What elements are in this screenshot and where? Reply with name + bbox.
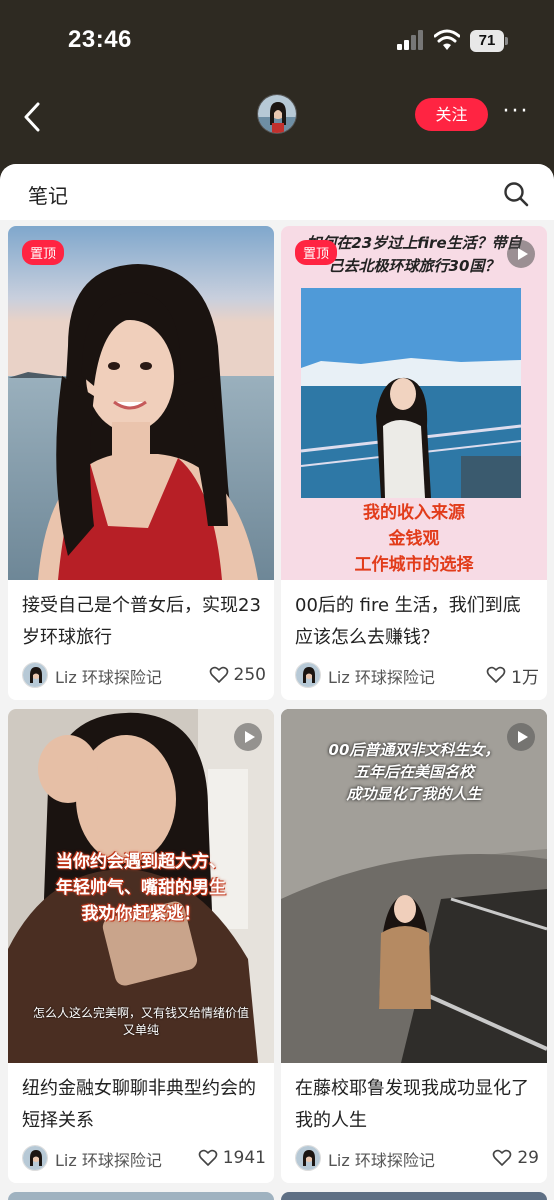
like-count: 29 xyxy=(517,1148,539,1168)
author-name[interactable]: Liz 环球探险记 xyxy=(328,664,435,688)
cover-headline-3: 我劝你赶紧逃！ xyxy=(81,904,201,924)
heart-icon xyxy=(493,1149,512,1166)
status-time: 23:46 xyxy=(68,26,132,53)
note-title: 接受自己是个普女后，实现23岁环球旅行 xyxy=(22,595,261,648)
battery-level: 71 xyxy=(470,30,504,52)
author-name[interactable]: Liz 环球探险记 xyxy=(55,1147,162,1171)
avatar[interactable] xyxy=(257,94,297,134)
heart-icon xyxy=(209,666,228,683)
heart-icon xyxy=(198,1149,218,1166)
note-meta: Liz 环球探险记 29 xyxy=(295,1145,539,1173)
author-avatar[interactable] xyxy=(22,1145,48,1171)
cover-headline-2: 五年后在美国名校 xyxy=(353,763,474,781)
cover-headline-3: 成功显化了我的人生 xyxy=(346,785,482,803)
section-header: 笔记 xyxy=(0,164,554,220)
note-meta: Liz 环球探险记 250 xyxy=(22,662,266,690)
cover-subline-2: 金钱观 xyxy=(388,529,440,549)
note-cover-image xyxy=(8,226,274,580)
status-bar: 23:46 71 xyxy=(0,0,554,84)
note-cover-image: 如何在23岁过上fire生活？带自己去北极环球旅行30国？ 我的收入来源 金钱观… xyxy=(281,226,547,580)
author-name[interactable]: Liz 环球探险记 xyxy=(328,1147,435,1171)
video-play-icon xyxy=(234,723,262,751)
back-arrow-icon[interactable] xyxy=(20,100,46,134)
note-cover-image: 00后普通双非文科生女， 五年后在美国名校 成功显化了我的人生 xyxy=(281,709,547,1063)
cellular-signal-icon xyxy=(397,30,423,50)
note-meta: Liz 环球探险记 1941 xyxy=(22,1145,266,1173)
like-button[interactable]: 1万 xyxy=(486,663,539,688)
cover-headline-1: 当你约会遇到超大方、 xyxy=(56,852,226,872)
note-cover-image: 当你约会遇到超大方、 年轻帅气、嘴甜的男生 我劝你赶紧逃！ 怎么人这么完美啊，又… xyxy=(8,709,274,1063)
author-avatar[interactable] xyxy=(22,662,48,688)
notes-feed: 笔记 置顶 接受自己是个普女后，实现23岁环球旅行 Liz 环球探险记 250 … xyxy=(0,164,554,1200)
note-card[interactable]: 当你约会遇到超大方、 年轻帅气、嘴甜的男生 我劝你赶紧逃！ 怎么人这么完美啊，又… xyxy=(8,709,274,1183)
video-play-icon xyxy=(507,723,535,751)
note-card[interactable]: 00后普通双非文科生女， 五年后在美国名校 成功显化了我的人生 在藤校耶鲁发现我… xyxy=(281,709,547,1183)
note-card[interactable]: 置顶 接受自己是个普女后，实现23岁环球旅行 Liz 环球探险记 250 xyxy=(8,226,274,700)
pinned-badge: 置顶 xyxy=(295,240,338,265)
author-name[interactable]: Liz 环球探险记 xyxy=(55,664,162,688)
follow-button[interactable]: 关注 xyxy=(415,98,488,131)
battery-tip xyxy=(505,37,508,45)
like-count: 1941 xyxy=(222,1148,266,1168)
more-options-icon[interactable]: ··· xyxy=(500,101,532,128)
like-button[interactable]: 250 xyxy=(209,663,266,687)
cover-subline-3: 工作城市的选择 xyxy=(354,555,474,575)
note-title: 00后的 fire 生活，我们到底应该怎么去赚钱？ xyxy=(295,595,521,648)
note-title: 在藤校耶鲁发现我成功显化了我的人生 xyxy=(295,1078,529,1131)
battery-indicator: 71 xyxy=(470,30,508,52)
cover-subline-1: 我的收入来源 xyxy=(363,503,465,523)
next-card-peek xyxy=(8,1192,274,1200)
wifi-icon xyxy=(434,29,460,50)
note-meta: Liz 环球探险记 1万 xyxy=(295,662,539,690)
video-play-icon xyxy=(507,240,535,268)
note-title: 纽约金融女聊聊非典型约会的短择关系 xyxy=(22,1078,256,1131)
like-count: 1万 xyxy=(511,667,539,688)
cover-caption: 怎么人这么完美啊，又有钱又给情绪价值又单纯 xyxy=(32,1006,249,1037)
like-button[interactable]: 29 xyxy=(492,1146,539,1170)
author-avatar[interactable] xyxy=(295,1145,321,1171)
top-nav: 关注 ··· xyxy=(0,84,554,164)
cover-headline-2: 年轻帅气、嘴甜的男生 xyxy=(56,878,226,898)
like-button[interactable]: 1941 xyxy=(198,1146,266,1170)
section-title: 笔记 xyxy=(28,184,68,208)
search-icon[interactable] xyxy=(502,180,530,208)
author-avatar[interactable] xyxy=(295,662,321,688)
like-count: 250 xyxy=(233,665,266,685)
avatar-image xyxy=(258,95,296,133)
next-card-peek xyxy=(281,1192,547,1200)
heart-icon xyxy=(486,666,506,683)
note-card[interactable]: 如何在23岁过上fire生活？带自己去北极环球旅行30国？ 我的收入来源 金钱观… xyxy=(281,226,547,700)
pinned-badge: 置顶 xyxy=(22,240,65,265)
